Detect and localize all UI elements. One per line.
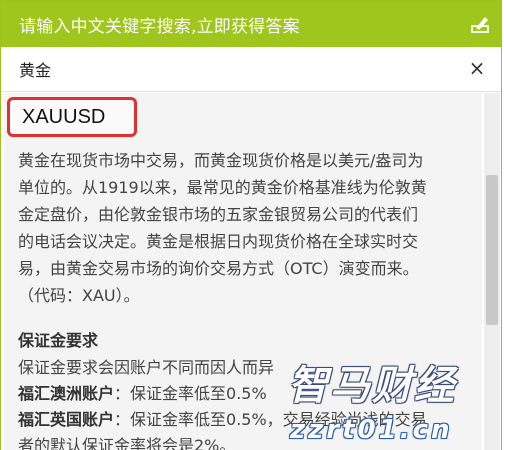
panel-header: 请输入中文关键字搜索,立即获得答案	[1, 1, 501, 47]
margin-section-title: 保证金要求	[18, 331, 99, 350]
account-text: ：保证金率低至0.5%，交易经验尚浅的交易	[114, 410, 427, 429]
search-input[interactable]	[15, 55, 463, 83]
close-icon[interactable]: ×	[467, 58, 487, 78]
account-name: 福汇澳洲账户	[18, 384, 115, 403]
search-bar: ×	[1, 47, 501, 92]
description-line: 黄金在现货市场中交易，而黄金现货价格是以美元/盎司为	[18, 151, 424, 170]
margin-intro: 保证金要求会因账户不同而因人而异	[18, 358, 275, 377]
margin-cut-line: 者的默认保证金率将会是2%。	[18, 436, 236, 450]
account-text: ：保证金率低至0.5%	[114, 384, 267, 403]
description-line: 金定盘价，由伦敦金银市场的五家金银贸易公司的代表们	[18, 205, 419, 224]
description-line: 的电话会议决定。黄金是根据日内现货价格在全球实时交	[18, 232, 419, 251]
description-line: 易，由黄金交易市场的询价交易方式（OTC）演变而来。	[18, 259, 419, 278]
scrollbar-thumb[interactable]	[486, 175, 498, 325]
edit-icon[interactable]	[471, 15, 489, 33]
account-name: 福汇英国账户	[18, 410, 115, 429]
account-line: 福汇英国账户：保证金率低至0.5%，交易经验尚浅的交易	[18, 406, 482, 430]
description-line: 单位的。从1919以来，最常见的黄金价格基准线为伦敦黄	[18, 178, 427, 197]
symbol-code: XAUUSD	[22, 105, 106, 128]
symbol-highlight-box: XAUUSD	[7, 97, 137, 137]
description: 黄金在现货市场中交易，而黄金现货价格是以美元/盎司为 单位的。从1919以来，最…	[18, 147, 473, 309]
header-title: 请输入中文关键字搜索,立即获得答案	[19, 16, 300, 37]
account-line: 福汇澳洲账户：保证金率低至0.5%	[18, 380, 482, 404]
description-line: （代码：XAU）。	[18, 286, 140, 305]
result-content: XAUUSD 黄金在现货市场中交易，而黄金现货价格是以美元/盎司为 单位的。从1…	[4, 93, 482, 450]
